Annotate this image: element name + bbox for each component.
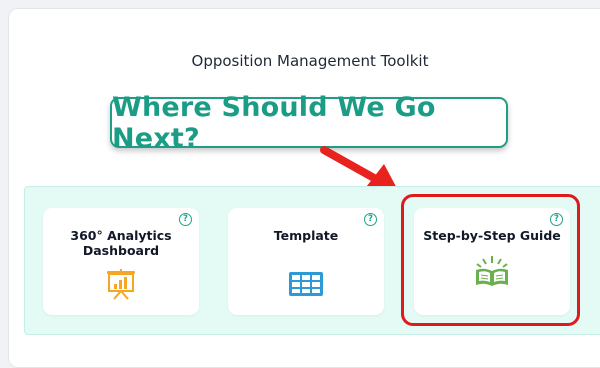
help-icon[interactable]: ?	[364, 213, 377, 226]
highlight-box	[401, 194, 580, 326]
card-title: Template	[273, 228, 339, 243]
callout-banner: Where Should We Go Next?	[110, 92, 508, 154]
page-title: Opposition Management Toolkit	[191, 52, 429, 70]
presentation-chart-icon	[106, 268, 136, 304]
card-template[interactable]: ? Template	[228, 208, 384, 315]
table-grid-icon	[288, 271, 324, 301]
card-title: 360° Analytics Dashboard	[70, 228, 172, 258]
help-icon[interactable]: ?	[179, 213, 192, 226]
card-analytics-dashboard[interactable]: ? 360° Analytics Dashboard	[43, 208, 199, 315]
